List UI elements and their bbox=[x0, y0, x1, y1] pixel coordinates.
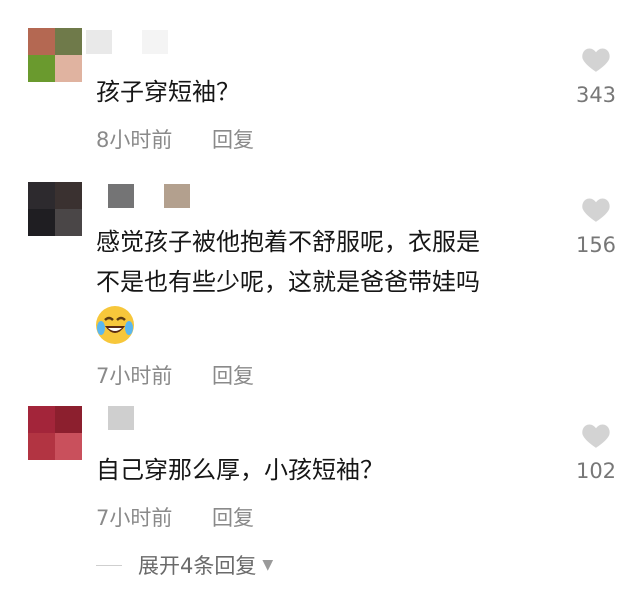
like-area: 343 bbox=[566, 46, 626, 107]
reply-button[interactable]: 回复 bbox=[212, 124, 254, 154]
username-blurred[interactable] bbox=[108, 184, 190, 208]
avatar[interactable] bbox=[28, 182, 82, 236]
like-area: 102 bbox=[566, 422, 626, 483]
caret-down-icon: ▼ bbox=[262, 557, 274, 573]
comment-time: 7小时前 bbox=[96, 364, 173, 388]
heart-icon[interactable] bbox=[581, 422, 611, 449]
reply-button[interactable]: 回复 bbox=[212, 360, 254, 390]
comment-text: 感觉孩子被他抱着不舒服呢，衣服是 不是也有些少呢，这就是爸爸带娃吗 bbox=[96, 228, 480, 296]
comment-text: 孩子穿短袖？ bbox=[96, 78, 240, 106]
laughing-tears-icon bbox=[97, 307, 133, 343]
expand-replies-label: 展开4条回复 bbox=[138, 554, 257, 578]
expand-replies-button[interactable]: 展开4条回复 ▼ bbox=[96, 550, 273, 580]
heart-icon[interactable] bbox=[581, 196, 611, 223]
comment-meta: 7小时前 回复 bbox=[96, 360, 254, 390]
like-count: 102 bbox=[575, 459, 617, 483]
comment-time: 7小时前 bbox=[96, 506, 173, 530]
username-blurred[interactable] bbox=[108, 406, 134, 430]
like-count: 156 bbox=[575, 233, 617, 257]
reply-button[interactable]: 回复 bbox=[212, 502, 254, 532]
laughing-tears-emoji bbox=[96, 306, 134, 344]
like-count: 343 bbox=[575, 83, 617, 107]
avatar[interactable] bbox=[28, 28, 82, 82]
avatar[interactable] bbox=[28, 406, 82, 460]
comment-text: 自己穿那么厚，小孩短袖？ bbox=[96, 456, 384, 484]
username-blurred[interactable] bbox=[86, 30, 168, 54]
like-area: 156 bbox=[566, 196, 626, 257]
divider-line bbox=[96, 564, 122, 566]
comment-meta: 7小时前 回复 bbox=[96, 502, 254, 532]
comment-time: 8小时前 bbox=[96, 128, 173, 152]
comment-meta: 8小时前 回复 bbox=[96, 124, 254, 154]
heart-icon[interactable] bbox=[581, 46, 611, 73]
